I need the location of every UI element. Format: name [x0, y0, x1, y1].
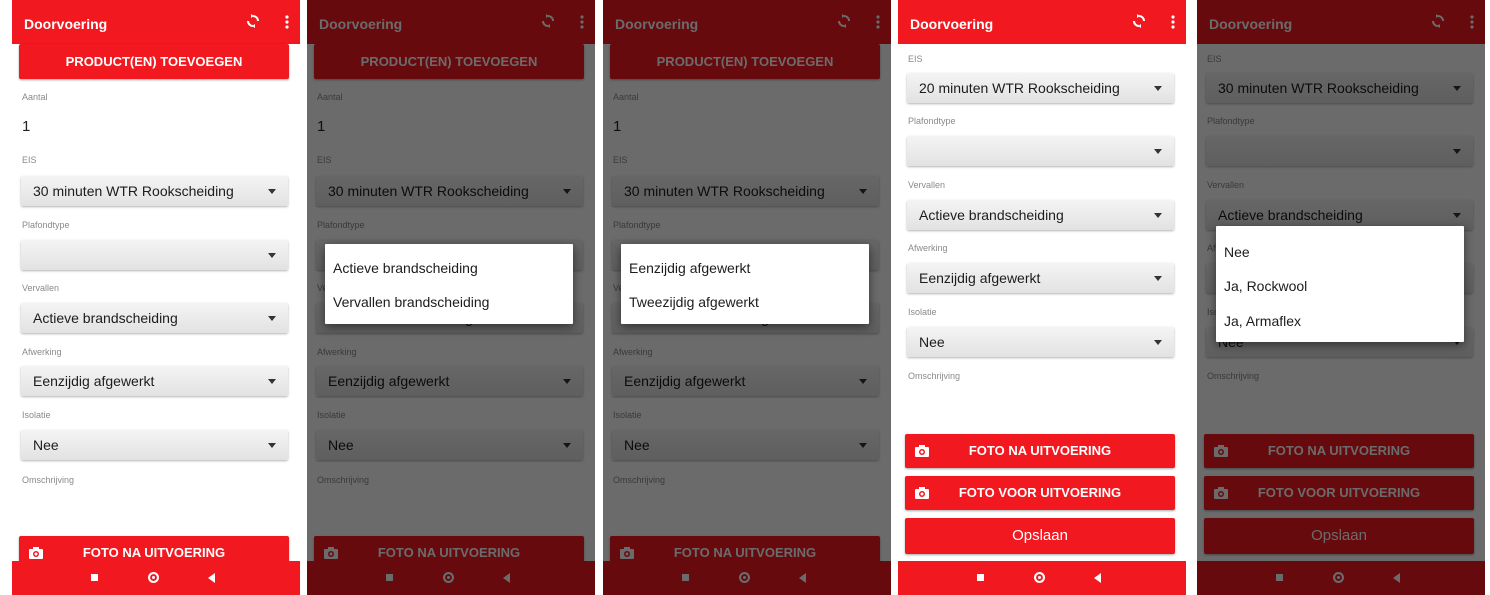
- plafondtype-dropdown[interactable]: [907, 136, 1174, 166]
- isolatie-value: Nee: [919, 334, 945, 350]
- omschrijving-label: Omschrijving: [22, 475, 75, 485]
- eis-label: EIS: [22, 155, 37, 165]
- eis-label: EIS: [908, 54, 923, 64]
- camera-icon: [29, 547, 43, 559]
- isolatie-label: Isolatie: [908, 307, 937, 317]
- dialog-option[interactable]: Tweezijdig afgewerkt: [629, 294, 759, 310]
- isolatie-dropdown[interactable]: Nee: [907, 327, 1174, 357]
- dialog-option[interactable]: Vervallen brandscheiding: [333, 294, 489, 310]
- screen-4: Doorvoering EIS 20 minuten WTR Rookschei…: [898, 0, 1186, 595]
- plafondtype-label: Plafondtype: [22, 220, 70, 230]
- app-bar: Doorvoering: [898, 0, 1186, 44]
- nav-recents-icon[interactable]: [977, 574, 984, 581]
- vervallen-value: Actieve brandscheiding: [919, 207, 1064, 223]
- dropdown-caret-icon: [268, 189, 276, 194]
- photo-before-label: FOTO VOOR UITVOERING: [958, 485, 1122, 500]
- plafondtype-dropdown[interactable]: [21, 240, 288, 270]
- screen-5: Doorvoering EIS 30 minuten WTR Rookschei…: [1197, 0, 1485, 595]
- dialog-option[interactable]: Ja, Armaflex: [1224, 313, 1301, 329]
- save-label: Opslaan: [1012, 527, 1068, 544]
- nav-recents-icon[interactable]: [91, 574, 98, 581]
- dropdown-caret-icon: [268, 443, 276, 448]
- vervallen-dropdown[interactable]: Actieve brandscheiding: [21, 303, 288, 333]
- afwerking-value: Eenzijdig afgewerkt: [919, 270, 1041, 286]
- afwerking-value: Eenzijdig afgewerkt: [33, 373, 155, 389]
- eis-value: 30 minuten WTR Rookscheiding: [33, 183, 234, 199]
- photo-after-label: FOTO NA UITVOERING: [968, 443, 1112, 458]
- dialog-option[interactable]: Nee: [1224, 244, 1250, 260]
- nav-home-icon[interactable]: [148, 572, 159, 583]
- system-nav-bar: [898, 561, 1186, 595]
- dropdown-caret-icon: [1154, 86, 1162, 91]
- plafondtype-label: Plafondtype: [908, 116, 956, 126]
- app-bar: Doorvoering: [12, 0, 300, 44]
- omschrijving-label: Omschrijving: [908, 371, 961, 381]
- sync-icon[interactable]: [246, 14, 260, 28]
- aantal-value[interactable]: 1: [22, 118, 30, 135]
- isolatie-dropdown[interactable]: Nee: [21, 430, 288, 460]
- dropdown-caret-icon: [1154, 340, 1162, 345]
- add-products-label: PRODUCT(EN) TOEVOEGEN: [65, 54, 243, 69]
- vervallen-label: Vervallen: [22, 283, 60, 293]
- dialog-option[interactable]: Eenzijdig afgewerkt: [629, 260, 750, 276]
- afwerking-dropdown[interactable]: Eenzijdig afgewerkt: [21, 366, 288, 396]
- dropdown-caret-icon: [268, 379, 276, 384]
- photo-before-button[interactable]: FOTO VOOR UITVOERING: [905, 476, 1175, 510]
- camera-icon: [915, 445, 929, 457]
- afwerking-dropdown[interactable]: Eenzijdig afgewerkt: [907, 263, 1174, 293]
- eis-dropdown[interactable]: 20 minuten WTR Rookscheiding: [907, 73, 1174, 103]
- eis-dropdown[interactable]: 30 minuten WTR Rookscheiding: [21, 176, 288, 206]
- camera-icon: [915, 487, 929, 499]
- save-button[interactable]: Opslaan: [905, 518, 1175, 554]
- vervallen-options-dialog: Actieve brandscheiding Vervallen brandsc…: [325, 244, 573, 324]
- dialog-option[interactable]: Ja, Rockwool: [1224, 278, 1307, 294]
- nav-home-icon[interactable]: [1034, 572, 1045, 583]
- vervallen-value: Actieve brandscheiding: [33, 310, 178, 326]
- dropdown-caret-icon: [268, 253, 276, 258]
- isolatie-label: Isolatie: [22, 410, 51, 420]
- app-title: Doorvoering: [24, 16, 108, 32]
- screen-3: Doorvoering PRODUCT(EN) TOEVOEGEN Aantal…: [603, 0, 891, 595]
- screen-1: Doorvoering PRODUCT(EN) TOEVOEGEN Aantal…: [12, 0, 300, 595]
- system-nav-bar: [12, 561, 300, 595]
- dropdown-caret-icon: [1154, 276, 1162, 281]
- sync-icon[interactable]: [1132, 14, 1146, 28]
- app-title: Doorvoering: [910, 16, 994, 32]
- isolatie-options-dialog: Nee Ja, Rockwool Ja, Armaflex: [1216, 226, 1464, 342]
- dropdown-caret-icon: [1154, 149, 1162, 154]
- afwerking-options-dialog: Eenzijdig afgewerkt Tweezijdig afgewerkt: [621, 244, 869, 324]
- eis-value: 20 minuten WTR Rookscheiding: [919, 80, 1120, 96]
- dialog-option[interactable]: Actieve brandscheiding: [333, 260, 478, 276]
- afwerking-label: Afwerking: [22, 347, 62, 357]
- isolatie-value: Nee: [33, 437, 59, 453]
- add-products-button[interactable]: PRODUCT(EN) TOEVOEGEN: [19, 44, 289, 79]
- vervallen-dropdown[interactable]: Actieve brandscheiding: [907, 200, 1174, 230]
- dropdown-caret-icon: [268, 316, 276, 321]
- dropdown-caret-icon: [1154, 213, 1162, 218]
- screen-2: Doorvoering PRODUCT(EN) TOEVOEGEN Aantal…: [307, 0, 595, 595]
- nav-back-icon[interactable]: [1094, 573, 1101, 583]
- nav-back-icon[interactable]: [208, 573, 215, 583]
- afwerking-label: Afwerking: [908, 243, 948, 253]
- aantal-label: Aantal: [22, 92, 48, 102]
- overflow-menu-icon[interactable]: [284, 14, 290, 30]
- photo-after-button[interactable]: FOTO NA UITVOERING: [905, 434, 1175, 468]
- overflow-menu-icon[interactable]: [1170, 14, 1176, 30]
- vervallen-label: Vervallen: [908, 180, 946, 190]
